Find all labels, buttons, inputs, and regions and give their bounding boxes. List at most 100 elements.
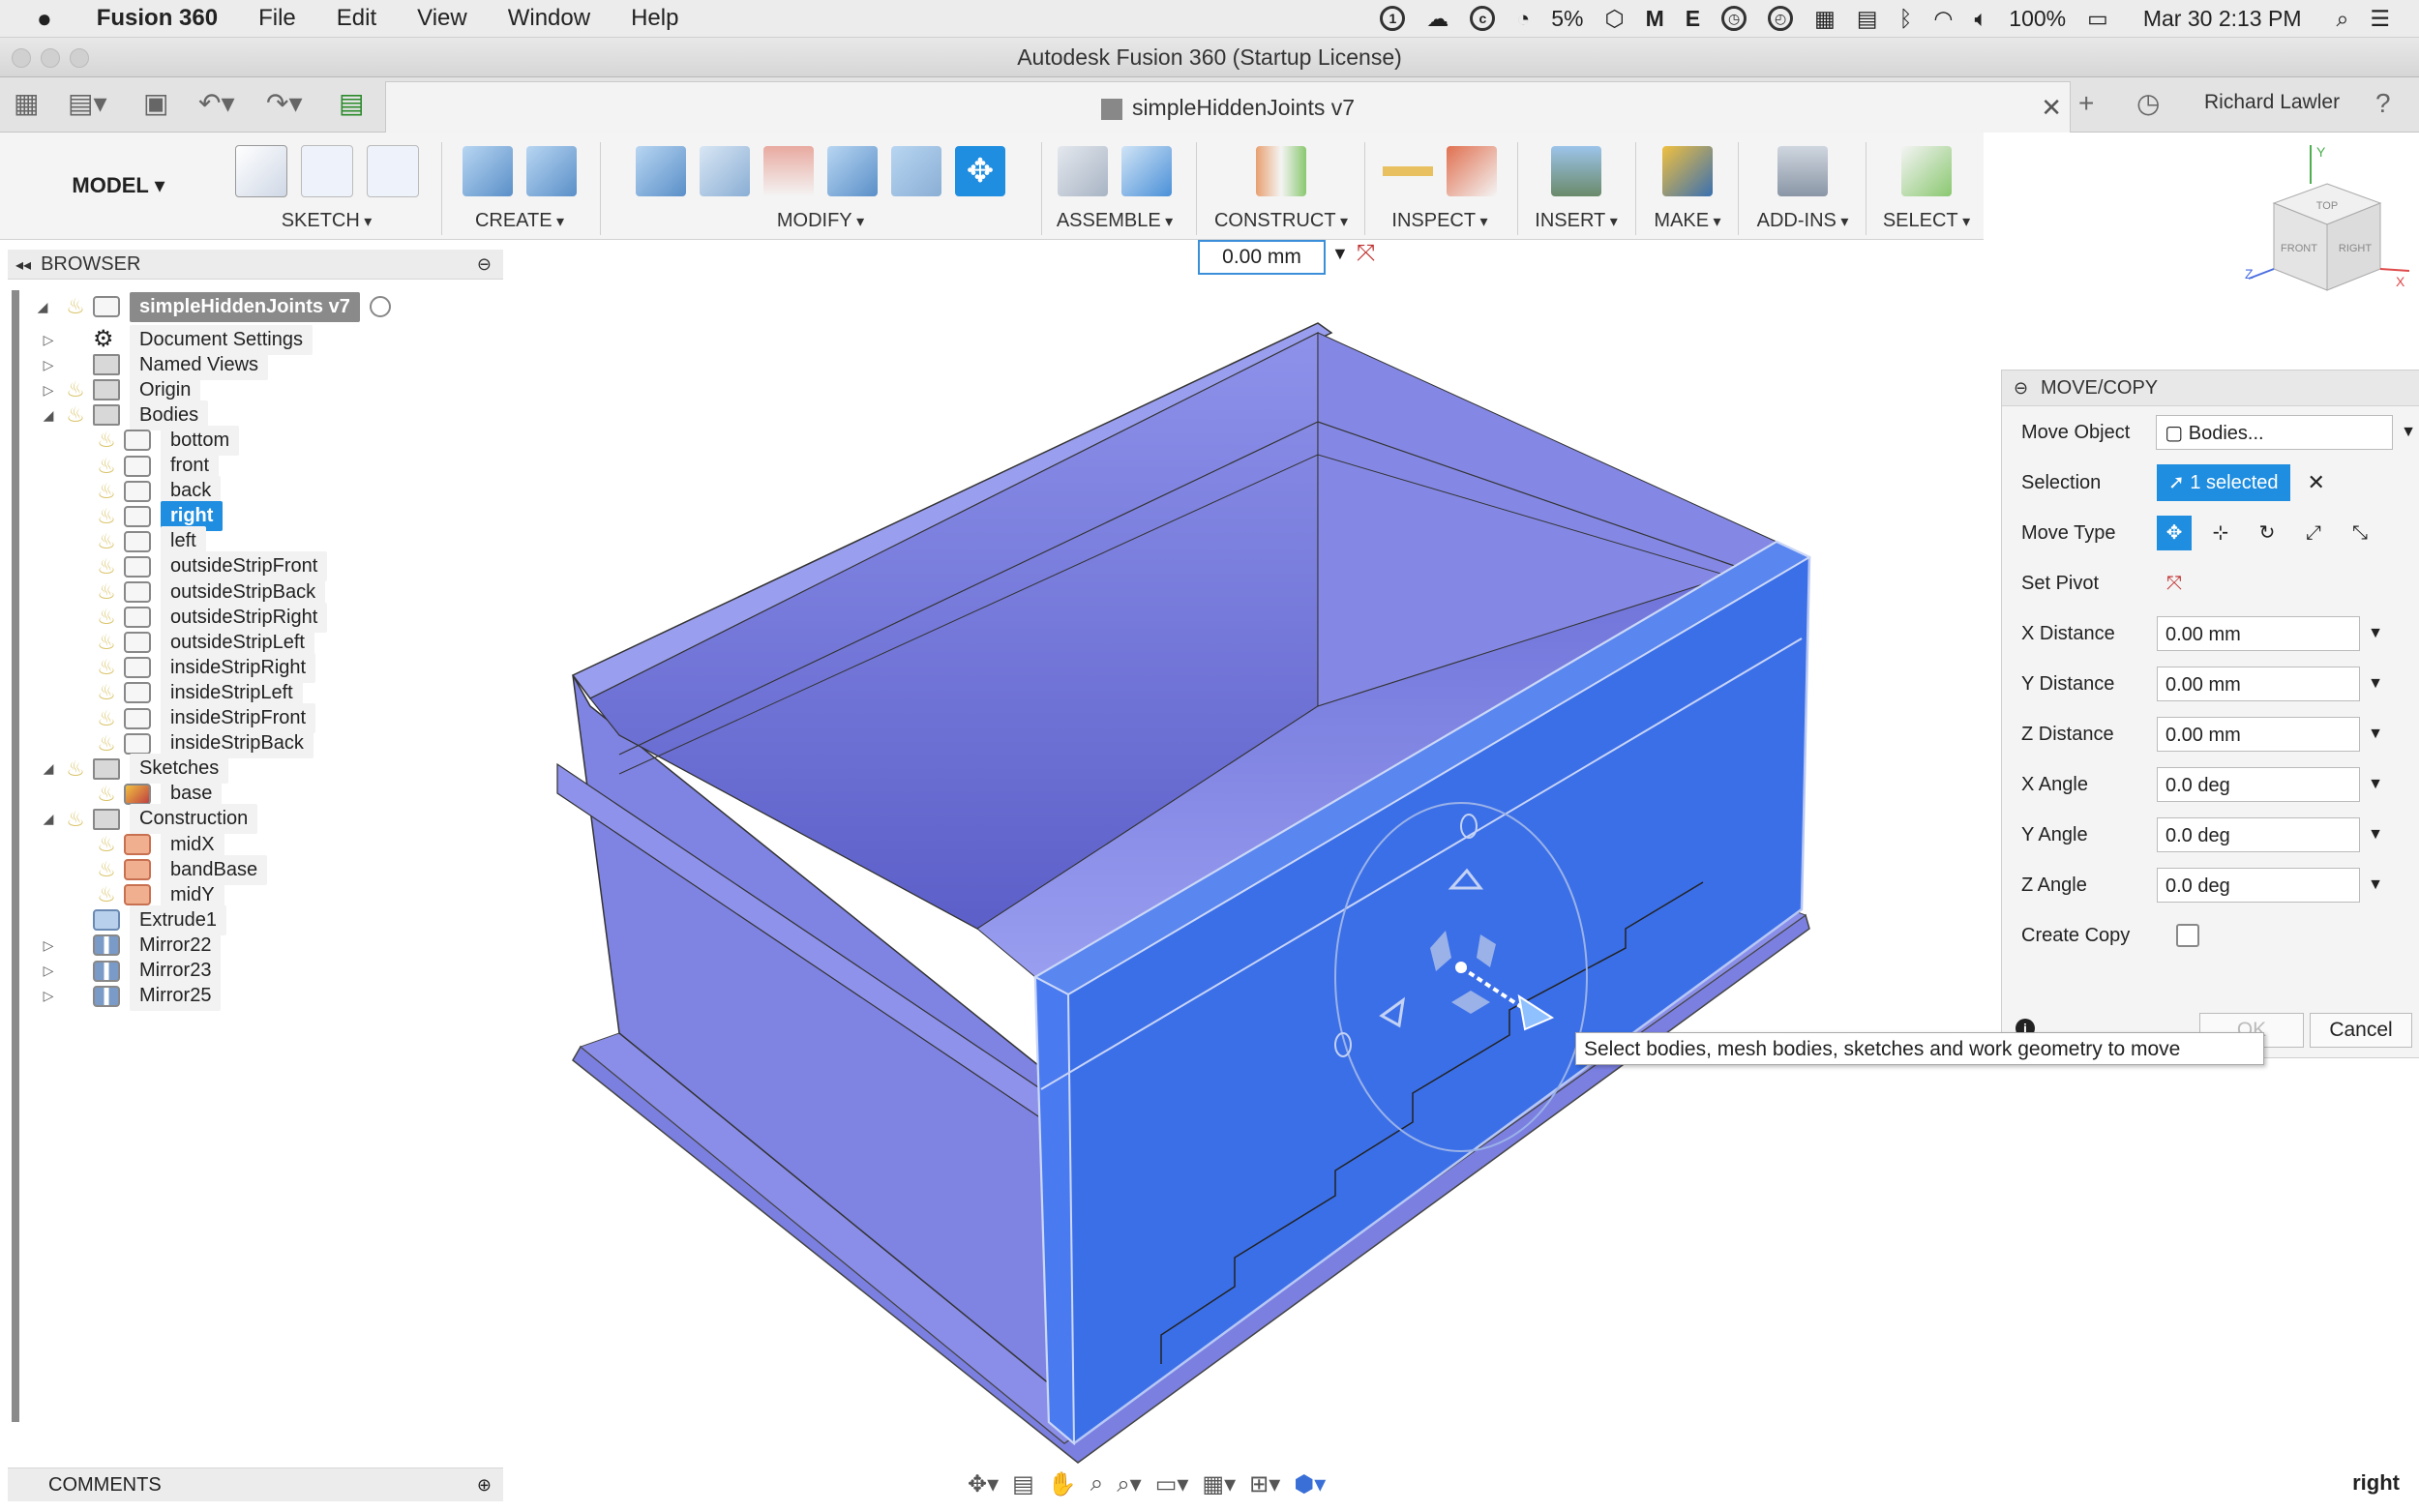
set-pivot-icon[interactable]: ⤧ — [2157, 566, 2192, 601]
z-angle-dropdown-icon[interactable]: ▼ — [2366, 876, 2385, 894]
move-copy-icon[interactable]: ✥ — [955, 146, 1005, 196]
expand-caret-icon[interactable]: ▷ — [39, 937, 58, 954]
bluetooth-icon[interactable]: ᛒ — [1899, 6, 1913, 32]
cpu-icon[interactable]: ◔ — [1516, 6, 1530, 32]
3d-print-icon[interactable] — [1662, 146, 1713, 196]
workspace-mode-dropdown[interactable]: MODEL ▾ — [19, 133, 218, 238]
expand-caret-icon[interactable]: ▷ — [39, 963, 58, 979]
undo-icon[interactable]: ↶▾ — [198, 89, 235, 118]
inspect-group[interactable]: INSPECT — [1372, 140, 1508, 237]
shell-icon[interactable] — [700, 146, 750, 196]
spotlight-search-icon[interactable]: ⌕ — [2336, 6, 2348, 32]
view-cube[interactable]: TOP FRONT RIGHT Y X Z — [2245, 145, 2409, 310]
expand-caret-icon[interactable]: ▷ — [39, 357, 58, 373]
menu-edit[interactable]: Edit — [337, 5, 376, 32]
free-move-icon[interactable]: ✥ — [2157, 516, 2192, 550]
add-ins-group[interactable]: ADD-INS — [1742, 140, 1864, 237]
new-tab-plus-icon[interactable]: + — [2078, 89, 2094, 118]
cancel-button[interactable]: Cancel — [2310, 1013, 2412, 1048]
apple-icon[interactable]: ● — [37, 4, 52, 34]
y-distance-dropdown-icon[interactable]: ▼ — [2366, 675, 2385, 693]
select-arrow-icon[interactable] — [1901, 146, 1952, 196]
replace-face-icon[interactable] — [891, 146, 941, 196]
3d-viewport[interactable] — [503, 240, 1993, 1468]
move-object-select[interactable]: ▢ Bodies... — [2156, 415, 2394, 450]
onepassword-icon[interactable]: 1 — [1380, 6, 1406, 31]
user-name[interactable]: Richard Lawler — [2204, 91, 2340, 114]
comments-panel[interactable]: COMMENTS ⊕ — [8, 1468, 503, 1501]
create-group[interactable]: CREATE — [447, 140, 592, 237]
gizmo-center-icon[interactable] — [1455, 962, 1467, 973]
expand-caret-icon[interactable]: ▷ — [39, 988, 58, 1004]
select-group[interactable]: SELECT — [1873, 140, 1980, 237]
rotate-icon[interactable]: ↻ — [2250, 516, 2285, 550]
viewports-icon[interactable]: ⊞▾ — [1249, 1470, 1280, 1498]
fit-zoom-icon[interactable]: ⌕▾ — [1117, 1470, 1142, 1498]
document-icon[interactable]: ▤ — [1857, 6, 1878, 32]
app-menu[interactable]: Fusion 360 — [97, 5, 218, 32]
cube-icon[interactable]: ⬡ — [1605, 6, 1625, 32]
y-angle-input[interactable]: 0.0 deg — [2157, 817, 2360, 852]
battery-icon[interactable]: ▭ — [2087, 6, 2108, 32]
collapse-panel-icon[interactable]: ⊖ — [2014, 371, 2028, 405]
notification-list-icon[interactable]: ☰ — [2370, 6, 2390, 32]
collapse-browser-icon[interactable]: ◂◂ — [15, 257, 31, 274]
datetime[interactable]: Mar 30 2:13 PM — [2143, 6, 2302, 32]
display-settings-icon[interactable]: ▭▾ — [1155, 1470, 1189, 1498]
spline-icon[interactable] — [300, 145, 353, 197]
close-tab-icon[interactable]: ✕ — [2041, 82, 2062, 133]
interference-icon[interactable] — [1447, 146, 1497, 196]
tree-item-mirror25[interactable]: ▷ Mirror25 — [33, 980, 222, 1013]
zoom-window-button[interactable] — [70, 48, 89, 68]
assemble-group[interactable]: ASSEMBLE — [1047, 140, 1182, 237]
translate-icon[interactable]: ⊹ — [2203, 516, 2238, 550]
job-status-icon[interactable]: ▤ — [339, 89, 364, 118]
look-at-icon[interactable]: ▤ — [1012, 1470, 1034, 1498]
creative-cloud-icon[interactable]: c — [1470, 6, 1496, 31]
point-to-point-icon[interactable]: ⤢ — [2296, 516, 2331, 550]
selection-button[interactable]: ➚ 1 selected — [2157, 464, 2290, 501]
box-icon[interactable] — [463, 146, 513, 196]
gauge-icon[interactable]: ◴ — [1768, 6, 1794, 31]
lightbulb-icon[interactable]: ♨ — [66, 294, 85, 319]
insert-image-icon[interactable] — [1551, 146, 1601, 196]
e-icon[interactable]: E — [1686, 6, 1700, 32]
grid-settings-icon[interactable]: ▦▾ — [1202, 1470, 1236, 1498]
press-pull-icon[interactable] — [636, 146, 686, 196]
menu-file[interactable]: File — [258, 5, 296, 32]
clock-icon[interactable]: ◷ — [1721, 6, 1747, 31]
joint-icon[interactable] — [1121, 146, 1172, 196]
environment-cube-icon[interactable]: ⬢▾ — [1294, 1470, 1326, 1498]
active-radio-icon[interactable] — [369, 296, 391, 317]
help-icon[interactable]: ? — [2375, 89, 2391, 118]
y-angle-dropdown-icon[interactable]: ▼ — [2366, 826, 2385, 844]
m-icon[interactable]: M — [1646, 6, 1664, 32]
zoom-icon[interactable]: ⌕ — [1090, 1470, 1103, 1497]
new-component-icon[interactable] — [1058, 146, 1108, 196]
save-icon[interactable]: ▣ — [143, 89, 168, 118]
menu-window[interactable]: Window — [508, 5, 590, 32]
expand-caret-icon[interactable]: ◢ — [39, 407, 58, 424]
x-distance-dropdown-icon[interactable]: ▼ — [2366, 625, 2385, 642]
make-group[interactable]: MAKE — [1641, 140, 1734, 237]
point-to-position-icon[interactable]: ⤡ — [2343, 516, 2377, 550]
file-menu-icon[interactable]: ▤▾ — [68, 89, 107, 118]
split-face-icon[interactable] — [763, 146, 814, 196]
x-distance-input[interactable]: 0.00 mm — [2157, 616, 2360, 651]
expand-caret-icon[interactable]: ◢ — [33, 299, 52, 315]
construct-group[interactable]: CONSTRUCT — [1204, 140, 1359, 237]
expand-caret-icon[interactable]: ▷ — [39, 332, 58, 348]
rectangle-icon[interactable] — [366, 145, 419, 197]
document-tab[interactable]: simpleHiddenJoints v7 ✕ — [385, 81, 2071, 133]
volume-icon[interactable]: 🔈︎ — [1974, 6, 1987, 32]
extrude-icon[interactable] — [526, 146, 577, 196]
combine-icon[interactable] — [827, 146, 878, 196]
clear-selection-icon[interactable]: ✕ — [2308, 470, 2325, 495]
measure-icon[interactable] — [1383, 146, 1433, 196]
move-object-dropdown-icon[interactable]: ▼ — [2399, 424, 2418, 441]
redo-icon[interactable]: ↷▾ — [266, 89, 303, 118]
browser-header[interactable]: ◂◂ BROWSER ⊖ — [8, 250, 503, 280]
move-copy-header[interactable]: ⊖ MOVE/COPY — [2002, 371, 2419, 406]
job-history-clock-icon[interactable]: ◷ — [2136, 89, 2160, 118]
z-angle-input[interactable]: 0.0 deg — [2157, 868, 2360, 903]
